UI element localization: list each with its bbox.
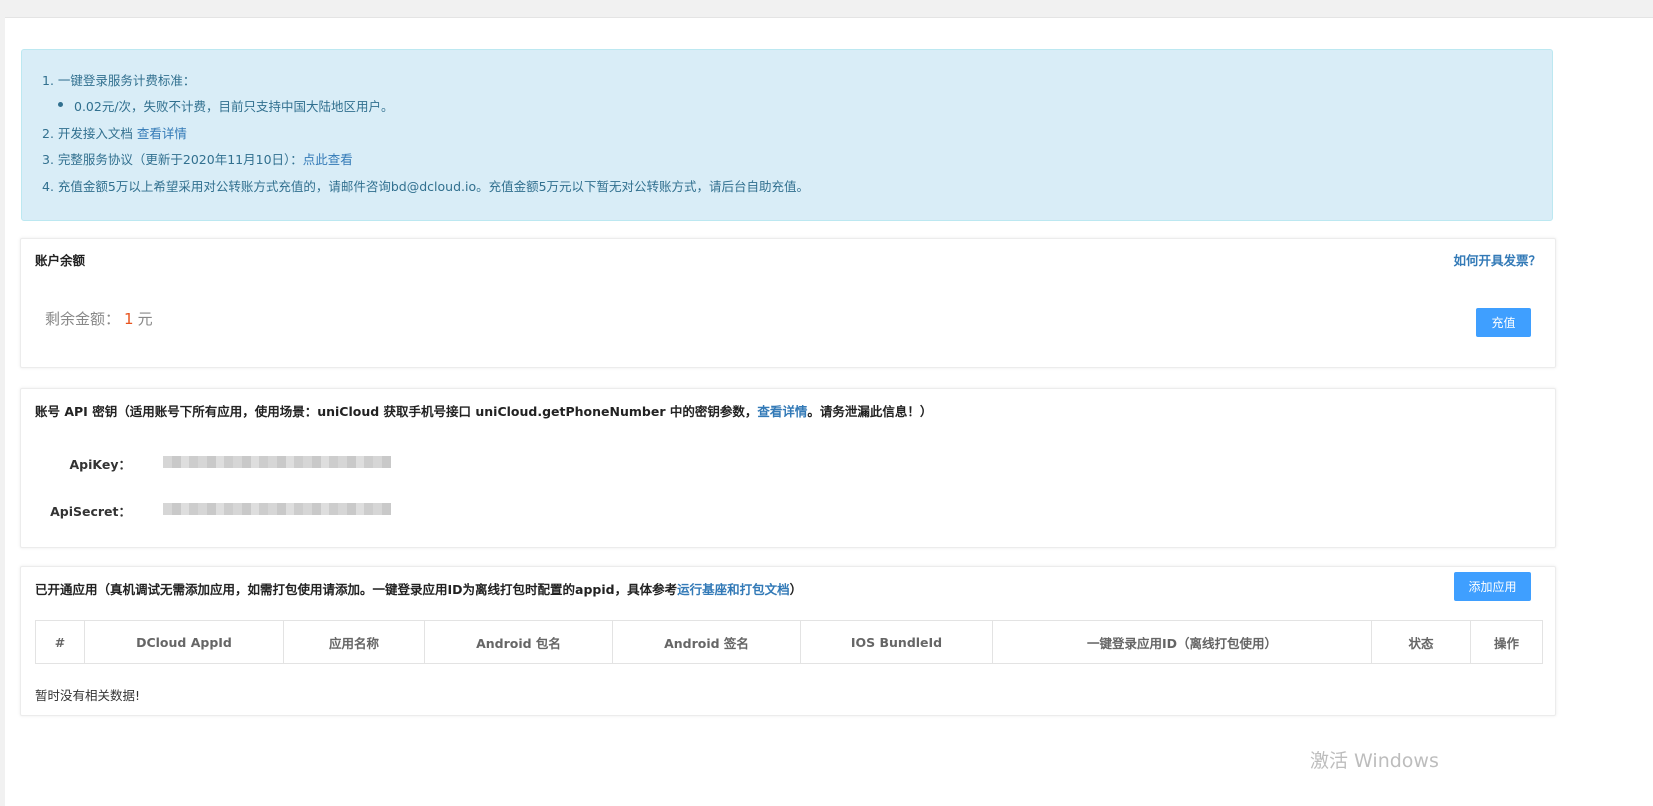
- column-header-appid: DCloud AppId: [84, 620, 284, 664]
- column-header-status: 状态: [1371, 620, 1471, 664]
- balance-label: 剩余金额：: [45, 310, 121, 328]
- packaging-docs-link[interactable]: 运行基座和打包文档: [677, 582, 790, 597]
- column-header-app-name: 应用名称: [283, 620, 425, 664]
- notice-line-1: 1. 一键登录服务计费标准：: [42, 73, 196, 88]
- api-key-title-prefix: 账号 API 密钥（适用账号下所有应用，使用场景：uniCloud 获取手机号接…: [35, 404, 758, 419]
- docs-detail-link[interactable]: 查看详情: [137, 126, 187, 141]
- balance-title: 账户余额: [35, 253, 86, 268]
- notice-line-5: 4. 充值金额5万以上希望采用对公转账方式充值的，请邮件咨询bd@dcloud.…: [42, 179, 810, 194]
- notice-line-4: 3. 完整服务协议（更新于2020年11月10日）：点此查看: [42, 149, 353, 168]
- agreement-link[interactable]: 点此查看: [303, 152, 353, 167]
- api-key-title-suffix: 。请务泄漏此信息！）: [807, 404, 933, 419]
- invoice-help-link[interactable]: 如何开具发票？: [1453, 250, 1541, 269]
- apisecret-label: ApiSecret：: [50, 504, 131, 519]
- apps-title-suffix: ）: [789, 582, 803, 597]
- column-header-index: #: [35, 620, 85, 664]
- apps-title: 已开通应用（真机调试无需添加应用，如需打包使用请添加。一键登录应用ID为离线打包…: [35, 579, 802, 598]
- notice-line-3-text: 2. 开发接入文档: [42, 126, 137, 141]
- apikey-label: ApiKey：: [69, 457, 132, 472]
- notice-line-2-text: 0.02元/次，失败不计费，目前只支持中国大陆地区用户。: [74, 99, 394, 114]
- bullet-icon: [58, 102, 63, 107]
- apps-title-prefix: 已开通应用（真机调试无需添加应用，如需打包使用请添加。一键登录应用ID为离线打包…: [35, 582, 678, 597]
- apps-table: # DCloud AppId 应用名称 Android 包名 Android 签…: [35, 620, 1543, 664]
- balance-display: 剩余金额： 1 元: [45, 308, 153, 329]
- column-header-login-appid: 一键登录应用ID（离线打包使用）: [992, 620, 1372, 664]
- page-container: 1. 一键登录服务计费标准： 0.02元/次，失败不计费，目前只支持中国大陆地区…: [5, 17, 1653, 806]
- billing-notice: 1. 一键登录服务计费标准： 0.02元/次，失败不计费，目前只支持中国大陆地区…: [21, 49, 1553, 221]
- empty-state-text: 暂时没有相关数据!: [35, 688, 141, 703]
- balance-unit: 元: [137, 310, 153, 328]
- windows-activation-watermark: 激活 Windows: [1310, 750, 1439, 772]
- column-header-ios-bundleid: IOS BundleId: [800, 620, 993, 664]
- notice-line-4-text: 3. 完整服务协议（更新于2020年11月10日）：: [42, 152, 303, 167]
- balance-panel: 账户余额 如何开具发票？ 剩余金额： 1 元 充值: [20, 238, 1556, 368]
- api-key-panel: 账号 API 密钥（适用账号下所有应用，使用场景：uniCloud 获取手机号接…: [20, 388, 1556, 548]
- column-header-android-signature: Android 签名: [612, 620, 801, 664]
- api-key-title: 账号 API 密钥（适用账号下所有应用，使用场景：uniCloud 获取手机号接…: [35, 401, 932, 420]
- column-header-actions: 操作: [1470, 620, 1543, 664]
- balance-amount: 1: [124, 310, 134, 328]
- apisecret-value-redacted: [163, 503, 391, 515]
- api-detail-link[interactable]: 查看详情: [757, 404, 807, 419]
- apikey-value-redacted: [163, 456, 391, 468]
- column-header-android-package: Android 包名: [424, 620, 613, 664]
- recharge-button[interactable]: 充值: [1476, 308, 1531, 337]
- table-header-row: # DCloud AppId 应用名称 Android 包名 Android 签…: [35, 620, 1543, 664]
- add-app-button[interactable]: 添加应用: [1454, 572, 1531, 601]
- notice-line-2: 0.02元/次，失败不计费，目前只支持中国大陆地区用户。: [58, 96, 394, 115]
- apps-panel: 已开通应用（真机调试无需添加应用，如需打包使用请添加。一键登录应用ID为离线打包…: [20, 566, 1556, 716]
- notice-line-3: 2. 开发接入文档 查看详情: [42, 123, 187, 142]
